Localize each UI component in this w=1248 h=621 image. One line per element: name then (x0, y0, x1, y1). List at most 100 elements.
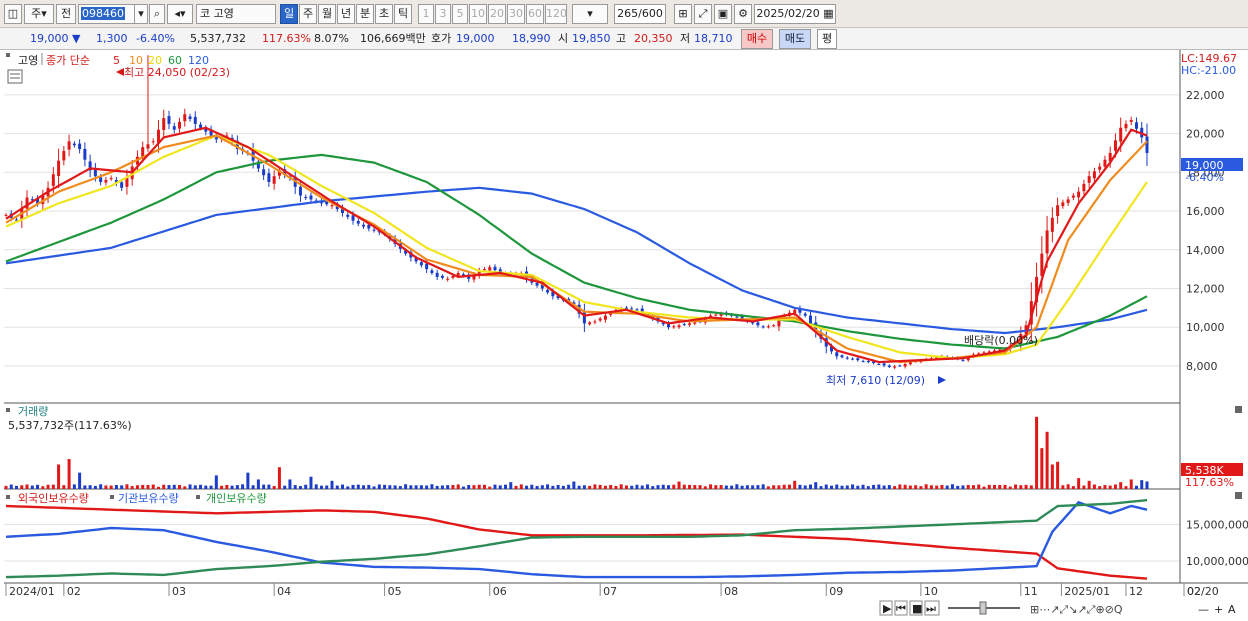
search-icon[interactable]: ⌕ (149, 4, 165, 24)
drawing-tools-icon[interactable]: ⊞⋯↗⤢↘↗⤢⊕⊘Q (1030, 603, 1123, 616)
candle-body (1056, 205, 1060, 217)
gear-icon[interactable]: ⚙ (734, 4, 752, 24)
sound-icon[interactable]: ◂▾ (167, 4, 193, 24)
draw-tool-icon[interactable]: ⤢ (694, 4, 712, 24)
minute-tab-20[interactable]: 20 (488, 4, 506, 24)
volume-bar (83, 485, 87, 489)
quote-bar: 19,000 ▼ 1,300 -6.40% 5,537,732 117.63% … (0, 28, 1248, 50)
code-dropdown-icon[interactable]: ▾ (134, 4, 148, 24)
date-field[interactable]: 2025/02/20 ▦ (754, 4, 836, 24)
period-tab-6[interactable]: 틱 (394, 4, 412, 24)
candle-body (167, 116, 171, 124)
stock-name-field[interactable]: 코 고영 (196, 4, 276, 24)
date-tick: 07 (603, 585, 617, 598)
market-type-select[interactable]: 주▾ (24, 4, 54, 24)
volume-bar (362, 485, 366, 489)
date-tick: 09 (829, 585, 843, 598)
tick-select[interactable]: ▾ (572, 4, 608, 24)
volume-bar (135, 485, 139, 489)
candle-body (546, 289, 550, 293)
candle-body (1066, 199, 1070, 203)
period-tab-0[interactable]: 일 (280, 4, 298, 24)
candle-body (362, 224, 366, 227)
candle-body (199, 124, 203, 128)
trade-amount: 106,669백만 (360, 32, 426, 45)
volume-close-icon[interactable] (1235, 406, 1242, 413)
save-icon[interactable]: ▣ (714, 4, 732, 24)
minute-tab-30[interactable]: 30 (507, 4, 525, 24)
volume-bar (645, 484, 649, 489)
holdings-close-icon[interactable] (1235, 492, 1242, 499)
volume-bar (546, 484, 550, 489)
layout-icon[interactable]: ◫ (4, 4, 22, 24)
bid-price: 19,000 (456, 32, 495, 45)
candle-body (630, 308, 634, 310)
period-tab-2[interactable]: 월 (318, 4, 336, 24)
volume-bar (67, 459, 71, 489)
volume-bar (377, 484, 381, 489)
candle-body (419, 262, 423, 266)
candle-body (672, 326, 676, 328)
minute-tab-5[interactable]: 5 (452, 4, 468, 24)
volume-bar (461, 486, 465, 489)
volume-bar (25, 484, 29, 489)
candle-icon[interactable]: ⊞ (674, 4, 692, 24)
candle-body (172, 126, 176, 130)
date-tick: 05 (388, 585, 402, 598)
buy-button[interactable]: 매수 (741, 29, 773, 49)
volume-bar (199, 484, 203, 489)
count-field[interactable]: 265/600 (614, 4, 666, 24)
zoom-in-icon[interactable]: + (1214, 603, 1223, 616)
volume-bar (1056, 461, 1060, 489)
period-tab-1[interactable]: 주 (299, 4, 317, 24)
candle-body (62, 151, 66, 161)
volume-bar (603, 485, 607, 489)
foreign-legend: 외국인보유수량 (18, 492, 89, 505)
period-tab-5[interactable]: 초 (375, 4, 393, 24)
zoom-out-icon[interactable]: — (1198, 603, 1209, 616)
period-tab-3[interactable]: 년 (337, 4, 355, 24)
volume-bar (593, 484, 597, 489)
volume-bar (1124, 486, 1128, 489)
candle-body (756, 322, 760, 326)
scroll-thumb[interactable] (979, 601, 987, 615)
avg-button[interactable]: 평 (817, 29, 837, 49)
volume-bar (1035, 416, 1039, 489)
price-tick: 8,000 (1186, 360, 1218, 373)
volume-bar (1077, 478, 1081, 489)
volume-bar (1087, 480, 1091, 489)
minute-tab-60[interactable]: 60 (526, 4, 544, 24)
stock-chart[interactable]: 8,00010,00012,00014,00016,00018,00020,00… (0, 50, 1248, 621)
date-tick: 02 (67, 585, 81, 598)
volume-bar (509, 482, 513, 489)
holdings-tick: 10,000,000 (1186, 555, 1248, 568)
minute-tab-3[interactable]: 3 (435, 4, 451, 24)
low-label: 저 (680, 32, 691, 45)
period-tab-4[interactable]: 분 (356, 4, 374, 24)
candle-body (877, 363, 881, 365)
volume-bar (319, 485, 323, 489)
sell-button[interactable]: 매도 (779, 29, 811, 49)
stock-code-input[interactable]: 098460 (78, 4, 136, 24)
all-type-button[interactable]: 전 (56, 4, 76, 24)
volume-bar (472, 485, 476, 489)
svg-text:■: ■ (912, 602, 922, 615)
candle-body (83, 148, 87, 160)
volume-bar (1066, 484, 1070, 489)
volume-bar (298, 486, 302, 489)
calculator-icon[interactable] (7, 69, 23, 84)
text-tool-icon[interactable]: A (1228, 603, 1236, 616)
volume-bar (609, 484, 613, 489)
volume-bar (235, 485, 239, 489)
open-label: 시 (558, 32, 569, 45)
candle-body (120, 182, 124, 188)
volume-bar (156, 486, 160, 489)
volume-bar (277, 467, 281, 489)
minute-tab-1[interactable]: 1 (418, 4, 434, 24)
candle-body (1077, 191, 1081, 198)
count-total: /600 (638, 7, 663, 20)
volume-bar (246, 472, 250, 489)
minute-tab-10[interactable]: 10 (469, 4, 487, 24)
volume-bar (777, 485, 781, 489)
minute-tab-120[interactable]: 120 (545, 4, 567, 24)
